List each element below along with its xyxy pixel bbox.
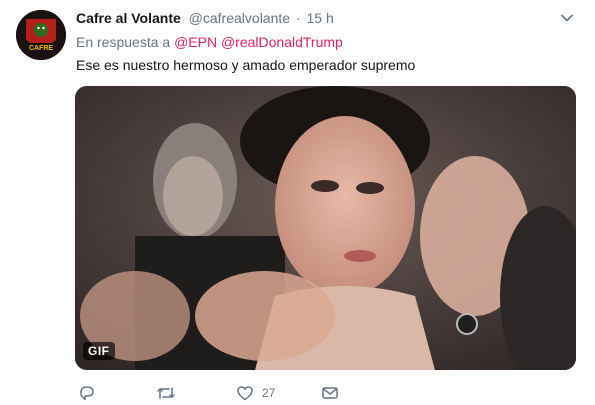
reply-icon (80, 386, 94, 401)
tweet-header: Cafre al Volante @cafrealvolante · 15 h (76, 10, 555, 28)
chevron-down-icon (561, 14, 573, 22)
mention-link[interactable]: @realDonaldTrump (221, 34, 343, 50)
more-options-caret[interactable] (559, 10, 575, 26)
reply-button[interactable] (78, 383, 104, 403)
retweet-button[interactable] (156, 383, 184, 403)
heart-icon (237, 386, 253, 401)
gif-image (75, 86, 576, 370)
tweet-timestamp[interactable]: 15 h (307, 10, 334, 26)
avatar[interactable]: CAFRE (16, 10, 66, 60)
tweet-actions: 27 (76, 383, 556, 403)
reply-prefix: En respuesta a (76, 34, 171, 50)
reply-context: En respuesta a @EPN @realDonaldTrump (76, 34, 343, 50)
retweet-icon (157, 387, 175, 399)
gif-media[interactable]: GIF (75, 86, 576, 370)
display-name[interactable]: Cafre al Volante (76, 10, 181, 26)
gif-badge: GIF (83, 342, 115, 360)
tweet-text: Ese es nuestro hermoso y amado emperador… (76, 57, 416, 73)
direct-message-button[interactable] (321, 383, 347, 403)
like-button[interactable]: 27 (236, 383, 275, 403)
avatar-text: CAFRE (29, 45, 53, 52)
like-count: 27 (262, 386, 276, 400)
separator-dot: · (295, 10, 301, 26)
user-handle[interactable]: @cafrealvolante (189, 10, 290, 26)
envelope-icon (322, 387, 338, 399)
mention-link[interactable]: @EPN (174, 34, 217, 50)
tweet[interactable]: CAFRE Cafre al Volante @cafrealvolante ·… (0, 0, 595, 405)
avatar-logo-icon: CAFRE (16, 10, 66, 60)
